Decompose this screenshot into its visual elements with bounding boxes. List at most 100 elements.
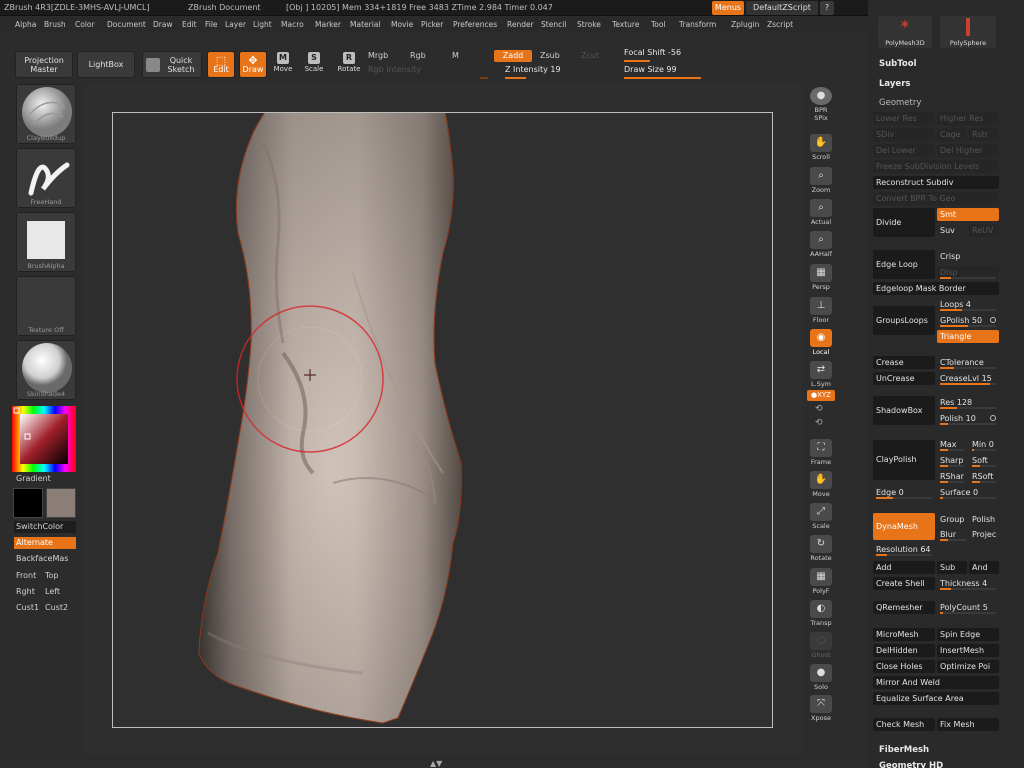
quick-sketch-button[interactable]: Quick Sketch (142, 51, 202, 78)
menu-material[interactable]: Material (350, 20, 380, 29)
left-button[interactable]: Left (45, 587, 60, 596)
equalize-surface-area-button[interactable]: Equalize Surface Area (873, 692, 999, 705)
menu-light[interactable]: Light (253, 20, 272, 29)
xpose-button[interactable]: ⤧ Xpose (806, 694, 836, 724)
shadowbox-button[interactable]: ShadowBox (873, 396, 935, 425)
claypolish-button[interactable]: ClayPolish (873, 440, 935, 480)
fix-mesh-button[interactable]: Fix Mesh (937, 718, 999, 731)
default-zscript-button[interactable]: DefaultZScript (746, 1, 818, 15)
stroke-thumbnail[interactable]: FreeHand (16, 148, 76, 208)
xyz-button[interactable]: ●XYZ (807, 390, 835, 401)
dynamesh-button[interactable]: DynaMesh (873, 513, 935, 540)
m-button[interactable]: M (452, 51, 459, 60)
delhidden-button[interactable]: DelHidden (873, 644, 935, 657)
thickness-slider[interactable]: Thickness 4 (937, 577, 999, 590)
rotate-y-icon[interactable]: ⟲ (815, 404, 823, 414)
gradient-label[interactable]: Gradient (16, 474, 51, 483)
backface-mask-button[interactable]: BackfaceMas (14, 553, 76, 565)
divide-button[interactable]: Divide (873, 208, 935, 237)
bottom-expand-icon[interactable]: ▲▼ (430, 759, 446, 768)
check-mesh-button[interactable]: Check Mesh (873, 718, 935, 731)
rsoft-slider[interactable]: RSoft (969, 470, 999, 483)
add-button[interactable]: Add (873, 561, 935, 574)
convert-bpr-button[interactable]: Convert BPR To Geo (873, 192, 999, 205)
reuv-toggle[interactable]: ReUV (969, 224, 999, 237)
menu-document[interactable]: Document (107, 20, 146, 29)
scale-mode-button[interactable]: S Scale (302, 50, 326, 80)
menu-movie[interactable]: Movie (391, 20, 413, 29)
menu-draw[interactable]: Draw (153, 20, 173, 29)
edit-mode-button[interactable]: ⬚ Edit (207, 51, 235, 78)
menu-file[interactable]: File (205, 20, 218, 29)
ghost-button[interactable]: ◌ Ghost (806, 631, 836, 661)
actual-button[interactable]: ⌕ Actual (806, 198, 836, 228)
group-toggle[interactable]: Group (937, 513, 969, 526)
menu-render[interactable]: Render (507, 20, 534, 29)
main-color-swatch[interactable] (13, 488, 43, 518)
polish-toggle[interactable]: Polish (969, 513, 999, 526)
rgb-intensity-slider[interactable]: Rgb Intensity (368, 65, 488, 79)
local-button[interactable]: ◉ Local (806, 328, 836, 358)
top-button[interactable]: Top (45, 571, 59, 580)
menus-button[interactable]: Menus (712, 1, 744, 15)
polyf-button[interactable]: ▦ PolyF (806, 567, 836, 597)
move-view-button[interactable]: ✋ Move (806, 470, 836, 500)
suv-toggle[interactable]: Suv (937, 224, 967, 237)
edge-slider[interactable]: Edge 0 (873, 486, 935, 499)
menu-layer[interactable]: Layer (225, 20, 246, 29)
min-slider[interactable]: Min 0 (969, 438, 999, 451)
right-button[interactable]: Rght (16, 587, 35, 596)
color-picker[interactable] (12, 406, 76, 472)
alternate-button[interactable]: Alternate (14, 537, 76, 549)
crease-button[interactable]: Crease (873, 356, 935, 369)
lightbox-button[interactable]: LightBox (77, 51, 135, 78)
move-mode-button[interactable]: M Move (271, 50, 295, 80)
sharp-slider[interactable]: Sharp (937, 454, 967, 467)
solo-button[interactable]: ● Solo (806, 663, 836, 693)
zcut-button[interactable]: Zcut (581, 51, 599, 60)
menu-preferences[interactable]: Preferences (453, 20, 497, 29)
alpha-thumbnail[interactable]: BrushAlpha (16, 212, 76, 272)
del-higher-button[interactable]: Del Higher (937, 144, 999, 157)
menu-color[interactable]: Color (75, 20, 95, 29)
gpolish-slider[interactable]: GPolish 50 (937, 314, 999, 327)
project-toggle[interactable]: Projec (969, 528, 999, 541)
rotate-view-button[interactable]: ↻ Rotate (806, 534, 836, 564)
lsym-button[interactable]: ⇄ L.Sym (806, 360, 836, 390)
transp-button[interactable]: ◐ Transp (806, 599, 836, 629)
subtool-header[interactable]: SubTool (879, 59, 917, 69)
sub-button[interactable]: Sub (937, 561, 967, 574)
draw-size-slider[interactable]: Draw Size 99 (624, 65, 742, 79)
help-icon[interactable]: ? (820, 1, 834, 15)
rotate-mode-button[interactable]: R Rotate (335, 50, 363, 80)
sculpt-mesh[interactable] (113, 113, 773, 728)
blur-slider[interactable]: Blur (937, 528, 969, 541)
menu-picker[interactable]: Picker (421, 20, 443, 29)
edgeloop-mask-border-button[interactable]: Edgeloop Mask Border (873, 282, 999, 295)
qremesher-button[interactable]: QRemesher (873, 601, 935, 614)
cust2-button[interactable]: Cust2 (45, 603, 68, 612)
edge-loop-button[interactable]: Edge Loop (873, 250, 935, 279)
sdiv-slider[interactable]: SDiv (873, 128, 935, 141)
draw-mode-button[interactable]: ✥ Draw (239, 51, 267, 78)
zadd-button[interactable]: Zadd (494, 50, 532, 62)
freeze-subdivision-button[interactable]: Freeze SubDivision Levels (873, 160, 999, 173)
menu-edit[interactable]: Edit (182, 20, 197, 29)
smt-toggle[interactable]: Smt (937, 208, 999, 221)
polymesh3d-thumbnail[interactable]: ✶ PolyMesh3D (878, 16, 932, 48)
max-slider[interactable]: Max (937, 438, 967, 451)
geometry-hd-header[interactable]: Geometry HD (879, 761, 943, 768)
reconstruct-subdiv-button[interactable]: Reconstruct Subdiv (873, 176, 999, 189)
res-slider[interactable]: Res 128 (937, 396, 999, 409)
layers-header[interactable]: Layers (879, 79, 910, 89)
rgb-button[interactable]: Rgb (410, 51, 426, 60)
secondary-color-swatch[interactable] (46, 488, 76, 518)
insertmesh-button[interactable]: InsertMesh (937, 644, 999, 657)
menu-stroke[interactable]: Stroke (577, 20, 601, 29)
rshar-slider[interactable]: RShar (937, 470, 967, 483)
projection-master-button[interactable]: Projection Master (15, 51, 73, 78)
lower-res-button[interactable]: Lower Res (873, 112, 935, 125)
spix-slider[interactable]: SPix (806, 114, 836, 128)
focal-shift-slider[interactable]: Focal Shift -56 (624, 48, 742, 62)
frame-button[interactable]: ⛶ Frame (806, 438, 836, 468)
